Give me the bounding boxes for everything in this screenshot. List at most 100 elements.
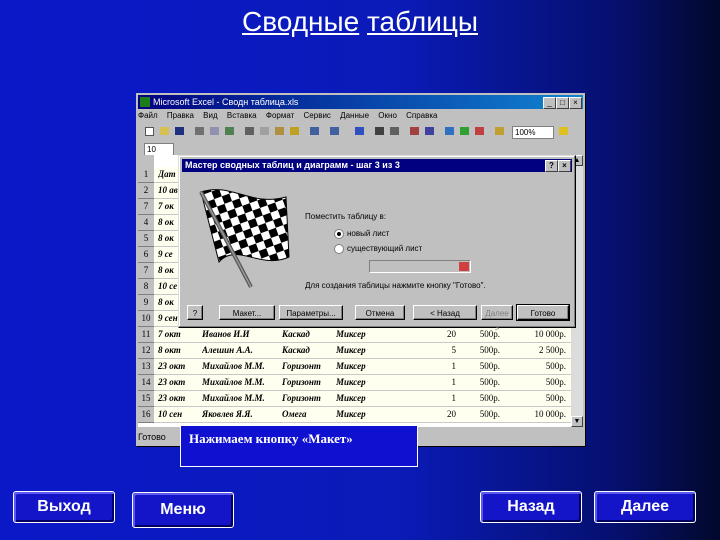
cell-prod[interactable]: Горизонт — [282, 360, 334, 373]
cell-sum[interactable]: 500р. — [502, 360, 566, 373]
row-header[interactable]: 11 — [138, 327, 154, 343]
menu-edit[interactable]: Правка — [167, 111, 194, 120]
table-row[interactable]: 23 окт Михайлов М.М. Горизонт Миксер 1 500р. 5… — [154, 359, 571, 375]
cell-sum[interactable]: 2 500р. — [502, 344, 566, 357]
cell-date[interactable]: 23 окт — [158, 392, 198, 405]
table-row[interactable]: 23 окт Михайлов М.М. Горизонт Миксер 1 500р. 5… — [154, 375, 571, 391]
function-icon[interactable] — [389, 126, 401, 137]
cell-qty[interactable]: 20 — [398, 328, 456, 341]
menu-view[interactable]: Вид — [203, 111, 217, 120]
spelling-icon[interactable] — [224, 126, 236, 137]
cell-prod[interactable]: Каскад — [282, 344, 334, 357]
row-header[interactable]: 15 — [138, 391, 154, 407]
cell-type[interactable]: Миксер — [336, 392, 396, 405]
table-row[interactable]: 8 окт Алешин А.А. Каскад Миксер 5 500р. 2 500р… — [154, 343, 571, 359]
scroll-down-icon[interactable]: ▼ — [571, 416, 583, 427]
back-nav-button[interactable]: Назад — [480, 491, 582, 523]
wizard-help-button[interactable]: ? — [187, 305, 203, 320]
table-row[interactable]: 10 сен Яковлев Я.Я. Омега Миксер 20 500р. 10 0… — [154, 407, 571, 423]
cell-price[interactable]: 500р. — [458, 408, 500, 421]
cell-prod[interactable]: Горизонт — [282, 392, 334, 405]
cell-prod[interactable]: Омега — [282, 408, 334, 421]
row-header[interactable]: 14 — [138, 375, 154, 391]
table-row[interactable]: 7 окт Иванов И.И Каскад Миксер 20 500р. 10 000… — [154, 327, 571, 343]
cell-sum[interactable]: 500р. — [502, 376, 566, 389]
cancel-button[interactable]: Отмена — [355, 305, 405, 320]
radio-new-sheet[interactable] — [334, 229, 344, 239]
cell-sum[interactable]: 500р. — [502, 392, 566, 405]
cell-type[interactable]: Миксер — [336, 360, 396, 373]
table-row[interactable]: 23 окт Михайлов М.М. Горизонт Миксер 1 500р. 5… — [154, 391, 571, 407]
options-button[interactable]: Параметры... — [279, 305, 343, 320]
radio-existing-sheet[interactable] — [334, 244, 344, 254]
row-header[interactable]: 13 — [138, 359, 154, 375]
cell-name[interactable]: Алешин А.А. — [202, 344, 280, 357]
redo-icon[interactable] — [329, 126, 341, 137]
sort-asc-icon[interactable] — [409, 126, 421, 137]
layout-button[interactable]: Макет... — [219, 305, 275, 320]
copy-icon[interactable] — [259, 126, 271, 137]
row-header[interactable]: 8 — [138, 279, 154, 295]
next-button[interactable]: Далее > — [481, 305, 513, 333]
row-header[interactable]: 7 — [138, 199, 154, 215]
chart-wizard-icon[interactable] — [444, 126, 456, 137]
cell-qty[interactable]: 1 — [398, 360, 457, 373]
exit-button[interactable]: Выход — [13, 491, 115, 523]
undo-icon[interactable] — [309, 126, 321, 137]
cell-prod[interactable]: Каскад — [282, 328, 334, 341]
cell-name[interactable]: Иванов И.И — [202, 328, 280, 341]
close-button[interactable]: × — [569, 97, 582, 109]
menu-format[interactable]: Формат — [266, 111, 294, 120]
format-painter-icon[interactable] — [289, 126, 301, 137]
cell-price[interactable]: 500р. — [458, 376, 500, 389]
row-header[interactable]: 1 — [138, 167, 154, 183]
cell-prod[interactable]: Горизонт — [282, 376, 334, 389]
finish-button[interactable]: Готово — [516, 304, 570, 321]
open-icon[interactable] — [159, 126, 171, 137]
paste-icon[interactable] — [274, 126, 286, 137]
cell-date[interactable]: 7 окт — [158, 328, 198, 341]
menu-button[interactable]: Меню — [132, 492, 234, 528]
hyperlink-icon[interactable] — [354, 126, 366, 137]
cell-price[interactable]: 500р. — [458, 360, 500, 373]
existing-sheet-range-input[interactable] — [369, 260, 471, 273]
cell-name[interactable]: Яковлев Я.Я. — [202, 408, 280, 421]
menu-help[interactable]: Справка — [406, 111, 437, 120]
help-icon[interactable] — [558, 126, 570, 137]
print-icon[interactable] — [194, 126, 206, 137]
menu-tools[interactable]: Сервис — [304, 111, 331, 120]
preview-icon[interactable] — [209, 126, 221, 137]
menu-file[interactable]: Файл — [138, 111, 158, 120]
cell-price[interactable]: 500р. — [458, 392, 500, 405]
cell-type[interactable]: Миксер — [336, 328, 396, 341]
cell-qty[interactable]: 5 — [398, 344, 457, 357]
new-icon[interactable] — [144, 126, 156, 137]
row-header[interactable]: 10 — [138, 311, 154, 327]
map-icon[interactable] — [459, 126, 471, 137]
cell-qty[interactable]: 1 — [398, 376, 457, 389]
cell-date[interactable]: 8 окт — [158, 344, 198, 357]
cell-sum[interactable]: 10 000р. — [502, 408, 567, 421]
save-icon[interactable] — [174, 126, 186, 137]
cell-date[interactable]: 10 сен — [158, 408, 198, 421]
collapse-dialog-icon[interactable] — [459, 262, 469, 271]
menu-insert[interactable]: Вставка — [227, 111, 257, 120]
row-header[interactable]: 4 — [138, 215, 154, 231]
back-button[interactable]: < Назад — [413, 305, 477, 320]
autosum-icon[interactable] — [374, 126, 386, 137]
cut-icon[interactable] — [244, 126, 256, 137]
zoom-select[interactable]: 100% — [512, 126, 554, 139]
row-header[interactable]: 5 — [138, 231, 154, 247]
cell-name[interactable]: Михайлов М.М. — [202, 376, 280, 389]
row-header[interactable]: 16 — [138, 407, 154, 423]
row-header[interactable]: 12 — [138, 343, 154, 359]
cell-sum[interactable]: 10 000р. — [502, 328, 567, 341]
row-header[interactable]: 6 — [138, 247, 154, 263]
cell-price[interactable]: 500р. — [458, 328, 500, 341]
maximize-button[interactable]: □ — [556, 97, 569, 109]
cell-price[interactable]: 500р. — [458, 344, 500, 357]
dialog-help-button[interactable]: ? — [545, 160, 558, 172]
cell-type[interactable]: Миксер — [336, 408, 396, 421]
row-header[interactable]: 7 — [138, 263, 154, 279]
cell-date[interactable]: 23 окт — [158, 376, 198, 389]
